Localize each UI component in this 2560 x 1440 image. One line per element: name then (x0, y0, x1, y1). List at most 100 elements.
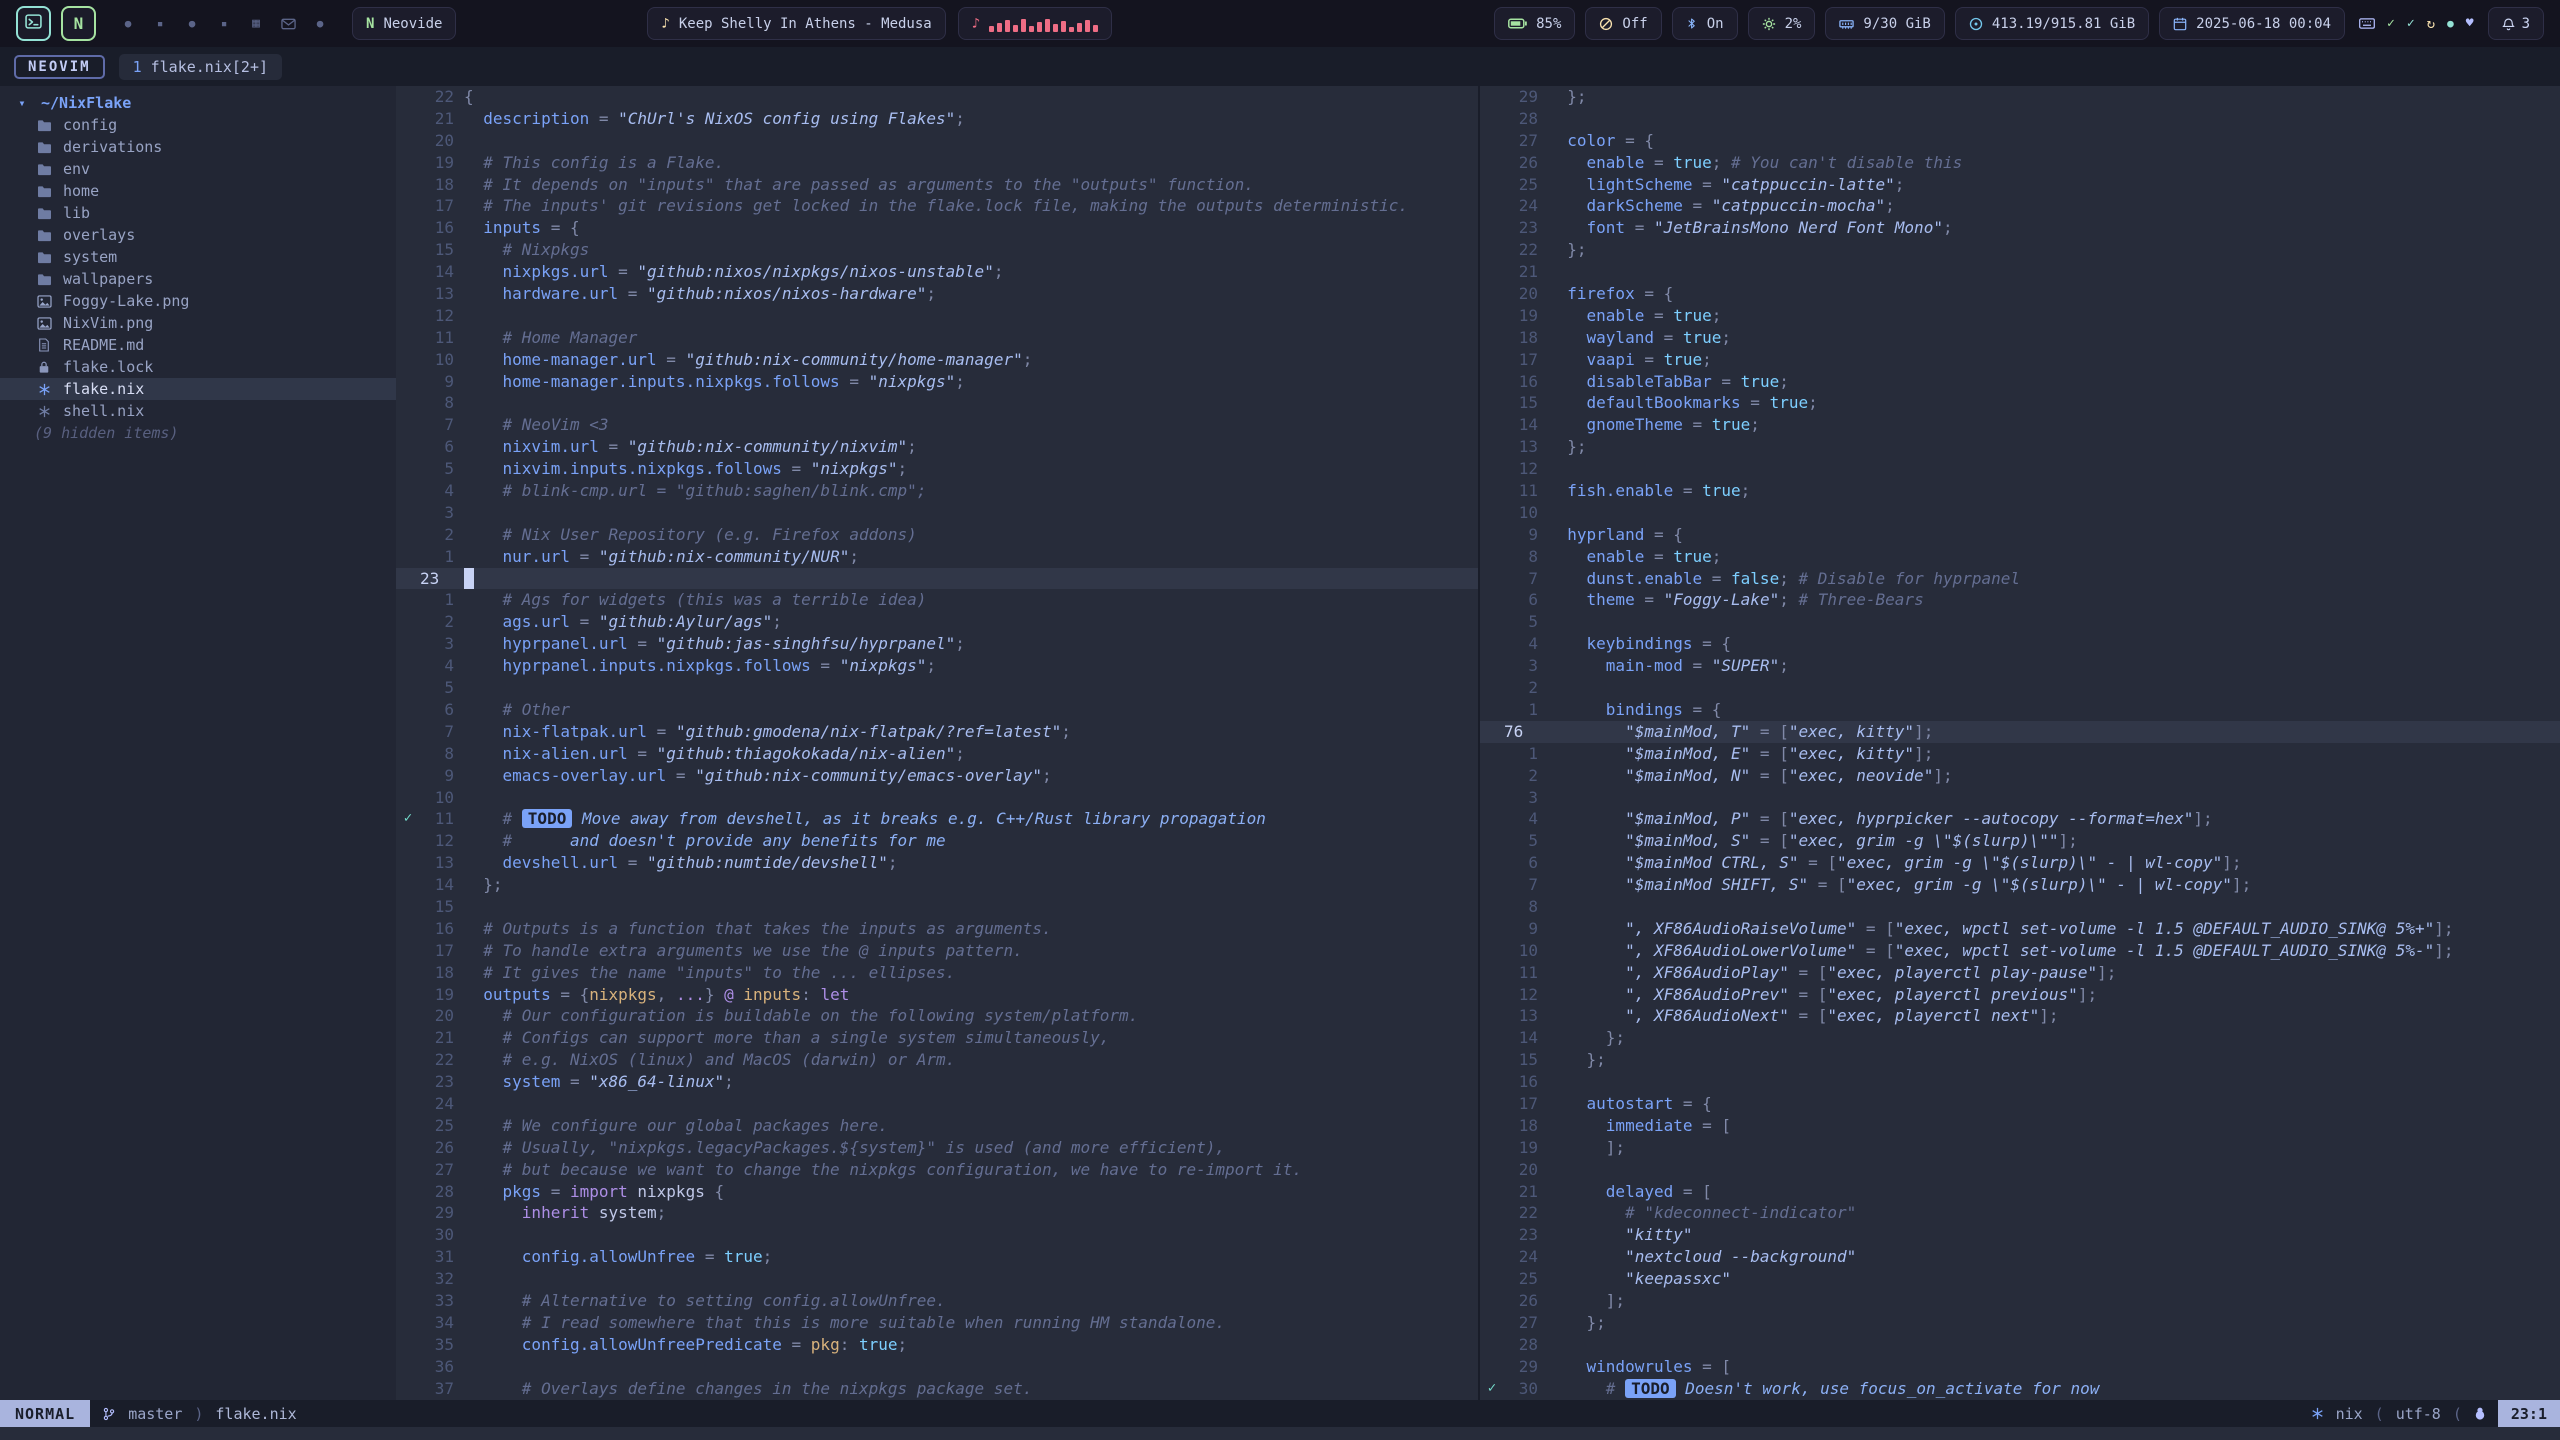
bluetooth-status[interactable]: On (1672, 7, 1738, 40)
neovide-launcher[interactable]: N (61, 6, 96, 41)
code-line[interactable]: 20 # Our configuration is buildable on t… (396, 1005, 1478, 1027)
code-line[interactable]: 28 (1480, 108, 2560, 130)
code-line[interactable]: 6 "$mainMod CTRL, S" = ["exec, grim -g \… (1480, 852, 2560, 874)
code-line[interactable]: 20 firefox = { (1480, 283, 2560, 305)
code-line[interactable]: 20 (1480, 1159, 2560, 1181)
tree-item-shell.nix[interactable]: shell.nix (0, 400, 396, 422)
code-line[interactable]: 23 system = "x86_64-linux"; (396, 1071, 1478, 1093)
code-line[interactable]: 28 (1480, 1334, 2560, 1356)
check-tray-icon[interactable]: ✓ (2387, 16, 2395, 31)
code-line[interactable]: 31 config.allowUnfree = true; (396, 1246, 1478, 1268)
code-line[interactable]: 18 immediate = [ (1480, 1115, 2560, 1137)
code-line[interactable]: 18 # It depends on "inputs" that are pas… (396, 174, 1478, 196)
code-line[interactable]: 5 (1480, 611, 2560, 633)
tree-item-nixvim.png[interactable]: NixVim.png (0, 312, 396, 334)
tree-item-foggy-lake.png[interactable]: Foggy-Lake.png (0, 290, 396, 312)
code-line[interactable]: 10 (396, 787, 1478, 809)
tree-item-derivations[interactable]: derivations (0, 136, 396, 158)
editor-window-right[interactable]: 29 };2827 color = {26 enable = true; # Y… (1478, 86, 2560, 1400)
code-line[interactable]: 9 ", XF86AudioRaiseVolume" = ["exec, wpc… (1480, 918, 2560, 940)
code-line[interactable]: 24 "nextcloud --background" (1480, 1246, 2560, 1268)
tree-item-flake.lock[interactable]: flake.lock (0, 356, 396, 378)
dot-tray-icon[interactable]: ● (2447, 17, 2454, 30)
code-line[interactable]: 1 nur.url = "github:nix-community/NUR"; (396, 546, 1478, 568)
code-line[interactable]: 5 nixvim.inputs.nixpkgs.follows = "nixpk… (396, 458, 1478, 480)
code-line[interactable]: 9 home-manager.inputs.nixpkgs.follows = … (396, 371, 1478, 393)
code-line[interactable]: 1 # Ags for widgets (this was a terrible… (396, 589, 1478, 611)
notifications-button[interactable]: 3 (2488, 7, 2544, 40)
code-line[interactable]: 29 windowrules = [ (1480, 1356, 2560, 1378)
code-line[interactable]: 13 ", XF86AudioNext" = ["exec, playerctl… (1480, 1005, 2560, 1027)
code-line[interactable]: 6 theme = "Foggy-Lake"; # Three-Bears (1480, 589, 2560, 611)
code-line[interactable]: 24 darkScheme = "catppuccin-mocha"; (1480, 195, 2560, 217)
code-line[interactable]: 2 ags.url = "github:Aylur/ags"; (396, 611, 1478, 633)
code-line[interactable]: 8 (396, 392, 1478, 414)
code-line[interactable]: 15 defaultBookmarks = true; (1480, 392, 2560, 414)
code-line[interactable]: 16 # Outputs is a function that takes th… (396, 918, 1478, 940)
tree-item-config[interactable]: config (0, 114, 396, 136)
code-line[interactable]: 12 (396, 305, 1478, 327)
code-line[interactable]: 32 (396, 1268, 1478, 1290)
code-line[interactable]: 21 delayed = [ (1480, 1181, 2560, 1203)
tab-flake-nix[interactable]: 1 flake.nix[2+] (119, 54, 282, 80)
code-line[interactable]: 22 }; (1480, 239, 2560, 261)
code-line[interactable]: 16 (1480, 1071, 2560, 1093)
workspace-6-square-icon[interactable]: ▪ (216, 17, 232, 30)
code-line[interactable]: 11 # Home Manager (396, 327, 1478, 349)
code-line[interactable]: 34 # I read somewhere that this is more … (396, 1312, 1478, 1334)
code-line[interactable]: 18 # It gives the name "inputs" to the .… (396, 962, 1478, 984)
code-line[interactable]: 24 (396, 1093, 1478, 1115)
code-line[interactable]: 13 hardware.url = "github:nixos/nixos-ha… (396, 283, 1478, 305)
check-tray-icon[interactable]: ✓ (2407, 16, 2415, 31)
code-line[interactable]: 16 inputs = { (396, 217, 1478, 239)
code-line[interactable]: 11 ", XF86AudioPlay" = ["exec, playerctl… (1480, 962, 2560, 984)
code-line[interactable]: 7 # NeoVim <3 (396, 414, 1478, 436)
code-line[interactable]: 1 bindings = { (1480, 699, 2560, 721)
code-line[interactable]: 14 }; (1480, 1027, 2560, 1049)
code-line[interactable]: 10 (1480, 502, 2560, 524)
gear-status[interactable]: 2% (1748, 7, 1816, 40)
code-line[interactable]: 8 enable = true; (1480, 546, 2560, 568)
terminal-launcher[interactable] (16, 6, 51, 41)
ram-status[interactable]: 9/30 GiB (1825, 7, 1944, 40)
code-line[interactable]: 13 }; (1480, 436, 2560, 458)
code-line[interactable]: 7 nix-flatpak.url = "github:gmodena/nix-… (396, 721, 1478, 743)
mute-status[interactable]: Off (1585, 7, 1661, 40)
code-line[interactable]: 27 # but because we want to change the n… (396, 1159, 1478, 1181)
code-line[interactable]: 17 # To handle extra arguments we use th… (396, 940, 1478, 962)
code-line[interactable]: 27 }; (1480, 1312, 2560, 1334)
calendar-status[interactable]: 2025-06-18 00:04 (2159, 7, 2345, 40)
code-line[interactable]: 6 nixvim.url = "github:nix-community/nix… (396, 436, 1478, 458)
code-line[interactable]: 4 keybindings = { (1480, 633, 2560, 655)
code-line[interactable]: 2 # Nix User Repository (e.g. Firefox ad… (396, 524, 1478, 546)
code-line[interactable]: 5 (396, 677, 1478, 699)
keyboard-tray-icon[interactable] (2359, 18, 2375, 29)
code-line[interactable]: ✓30 # TODO Doesn't work, use focus_on_ac… (1480, 1378, 2560, 1400)
code-line[interactable]: 37 # Overlays define changes in the nixp… (396, 1378, 1478, 1400)
code-line[interactable]: 21 (1480, 261, 2560, 283)
code-line[interactable]: 3 main-mod = "SUPER"; (1480, 655, 2560, 677)
code-line[interactable]: 12 (1480, 458, 2560, 480)
code-line[interactable]: 76 "$mainMod, T" = ["exec, kitty"]; (1480, 721, 2560, 743)
code-line[interactable]: 22 # e.g. NixOS (linux) and MacOS (darwi… (396, 1049, 1478, 1071)
code-line[interactable]: 4 # blink-cmp.url = "github:saghen/blink… (396, 480, 1478, 502)
code-line[interactable]: 10 ", XF86AudioLowerVolume" = ["exec, wp… (1480, 940, 2560, 962)
command-line-area[interactable] (0, 1427, 2560, 1440)
tree-item--nixflake[interactable]: ▾~/NixFlake (0, 92, 396, 114)
refresh-tray-icon[interactable]: ↻ (2427, 16, 2435, 32)
code-line[interactable]: 14 nixpkgs.url = "github:nixos/nixpkgs/n… (396, 261, 1478, 283)
code-line[interactable]: 8 nix-alien.url = "github:thiagokokada/n… (396, 743, 1478, 765)
code-line[interactable]: 13 devshell.url = "github:numtide/devshe… (396, 852, 1478, 874)
workspace-8-mail-icon[interactable] (280, 18, 296, 30)
code-line[interactable]: 14 gnomeTheme = true; (1480, 414, 2560, 436)
code-line[interactable]: 6 # Other (396, 699, 1478, 721)
code-line[interactable]: 3 hyprpanel.url = "github:jas-singhfsu/h… (396, 633, 1478, 655)
code-line[interactable]: 17 vaapi = true; (1480, 349, 2560, 371)
code-line[interactable]: 15 }; (1480, 1049, 2560, 1071)
heart-tray-icon[interactable]: ♥ (2466, 16, 2474, 31)
code-line[interactable]: 22 # "kdeconnect-indicator" (1480, 1202, 2560, 1224)
code-line[interactable]: 23 font = "JetBrainsMono Nerd Font Mono"… (1480, 217, 2560, 239)
code-line[interactable]: 14 }; (396, 874, 1478, 896)
code-line[interactable]: 7 "$mainMod SHIFT, S" = ["exec, grim -g … (1480, 874, 2560, 896)
tree-item-lib[interactable]: lib (0, 202, 396, 224)
